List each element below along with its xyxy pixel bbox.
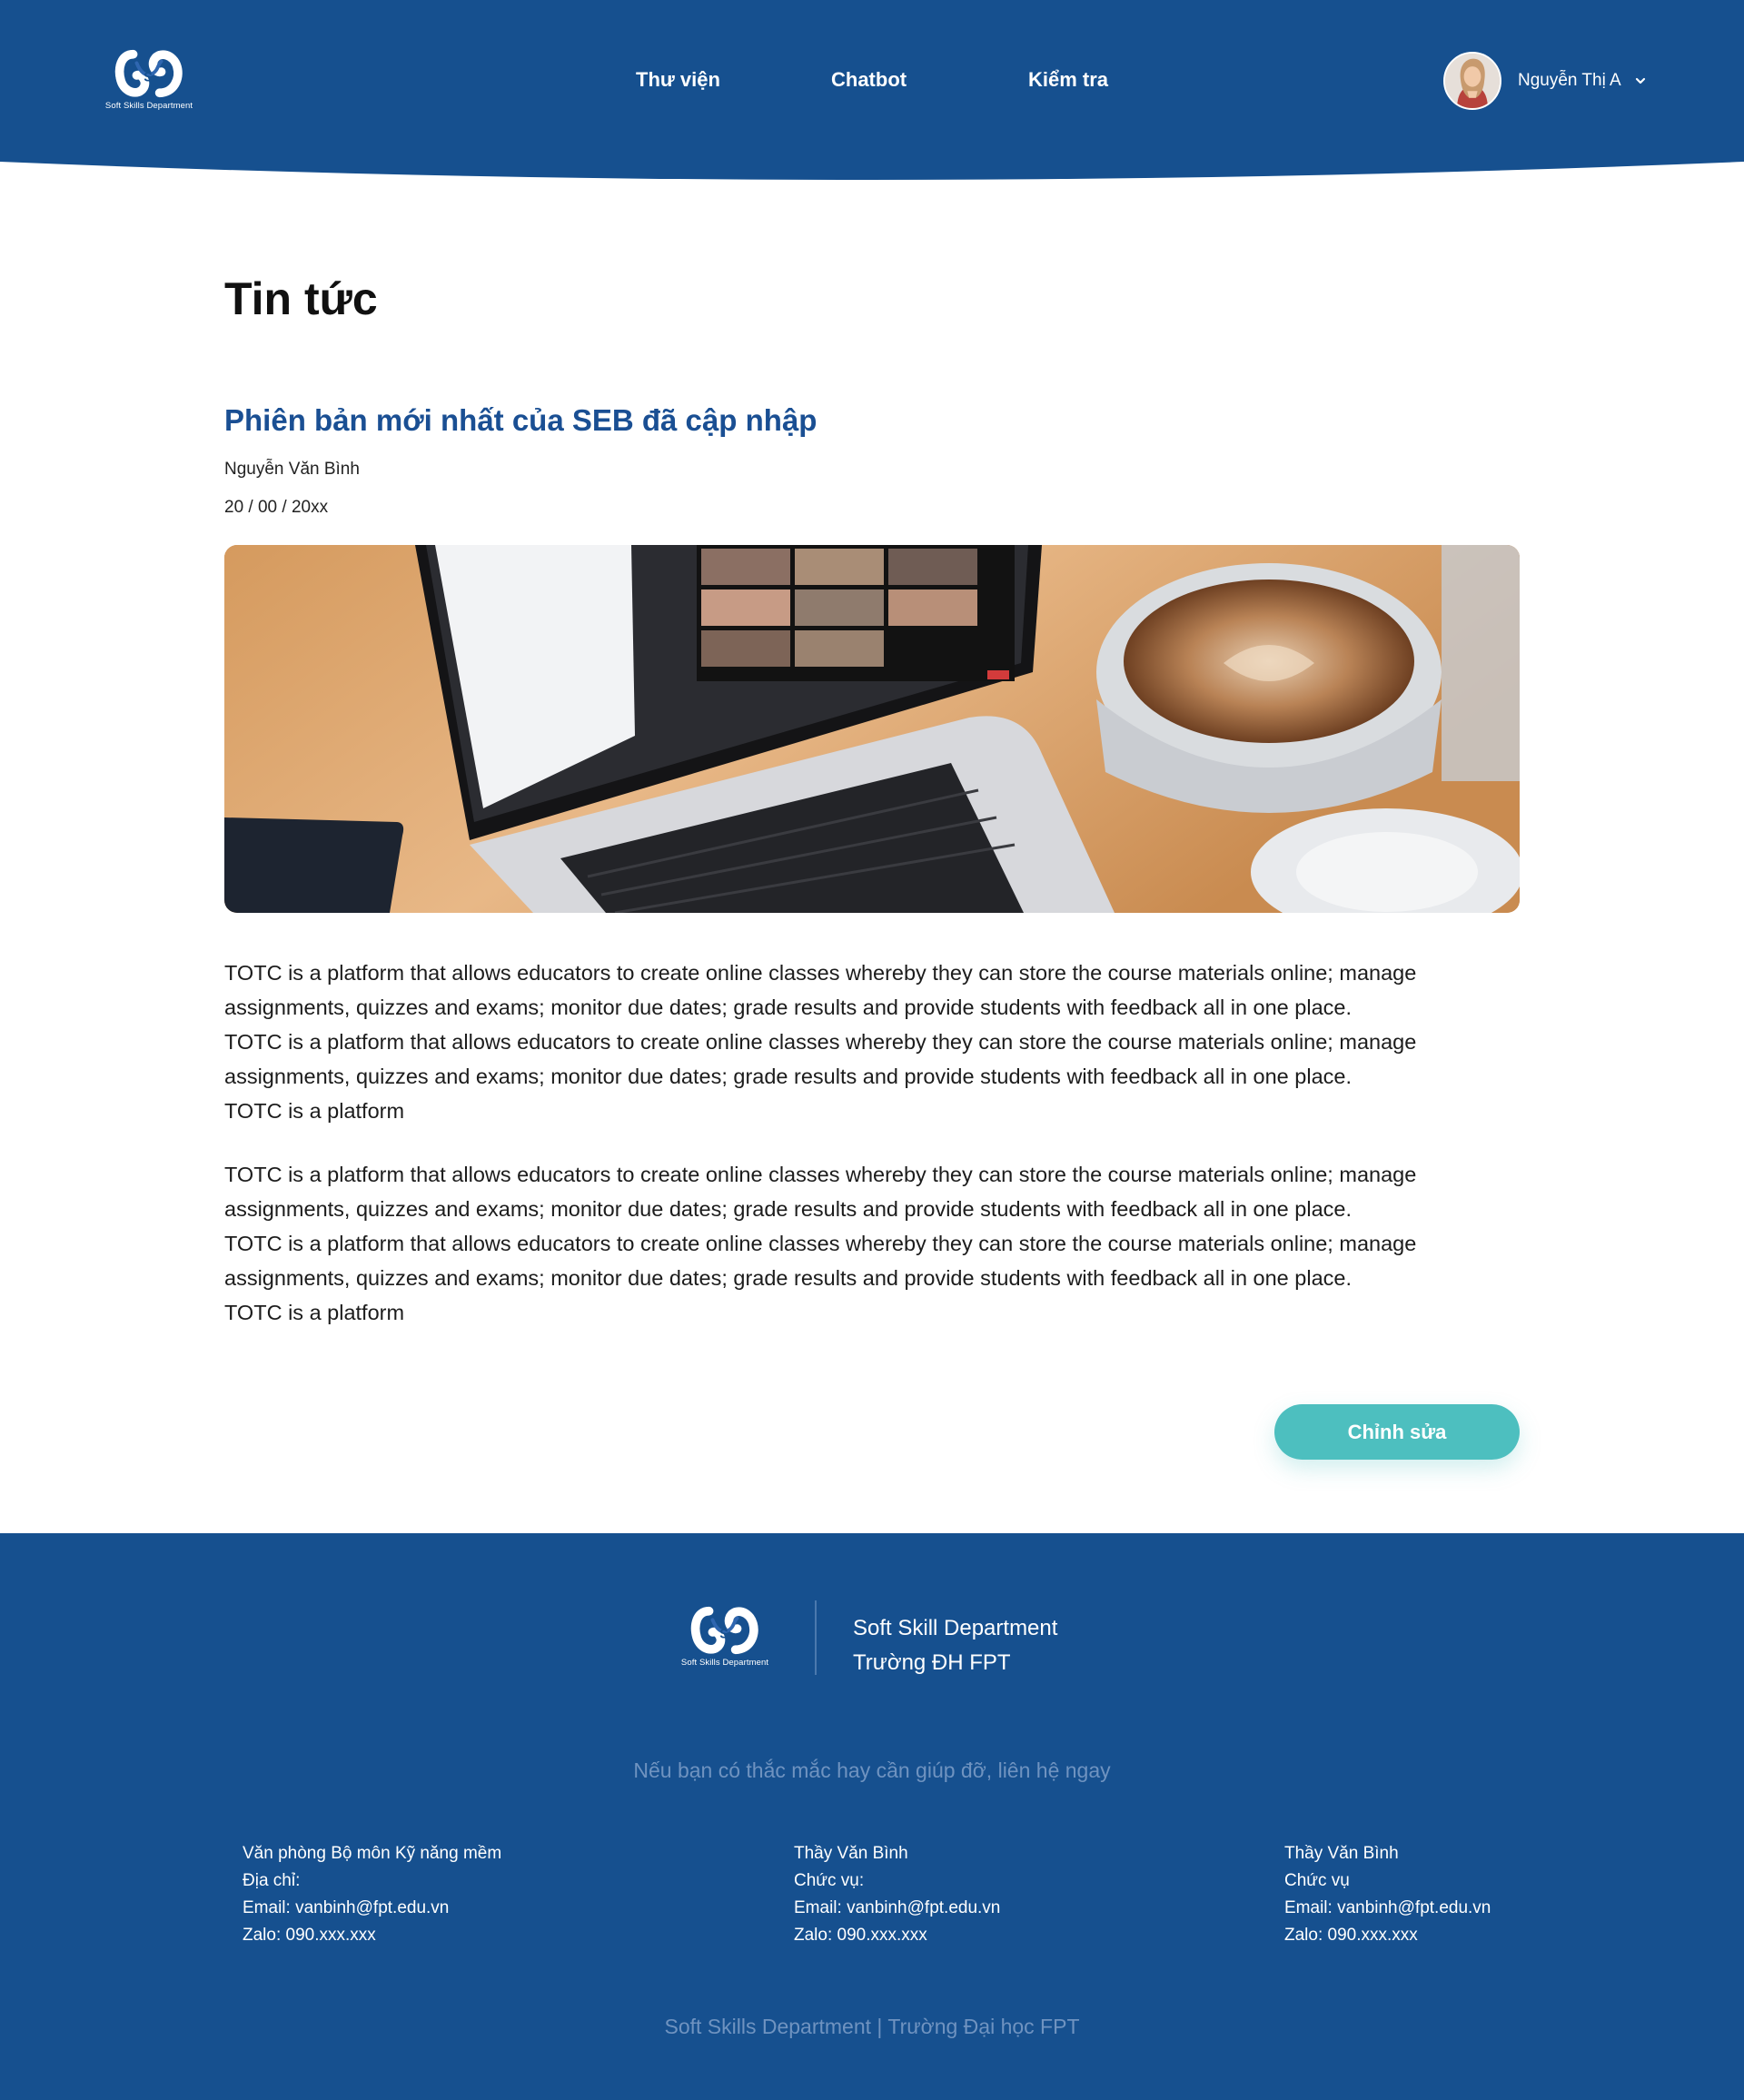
contact-zalo: Zalo: 090.xxx.xxx bbox=[1284, 1926, 1418, 1945]
chevron-down-icon bbox=[1635, 77, 1645, 84]
footer-org-school: Trường ĐH FPT bbox=[853, 1650, 1011, 1675]
footer-copyright: Soft Skills Department | Trường Đại học … bbox=[664, 2015, 1080, 2038]
contact-line: Thầy Văn Bình bbox=[794, 1844, 908, 1863]
nav-chatbot[interactable]: Chatbot bbox=[831, 68, 907, 92]
footer-contact-teacher-1: Thầy Văn Bình Chức vụ: Email: vanbinh@fp… bbox=[794, 1840, 1000, 1949]
svg-text:S: S bbox=[144, 71, 153, 85]
article-hero-image bbox=[224, 545, 1520, 913]
site-header: S Soft Skills Department Thư viện Chatbo… bbox=[0, 0, 1744, 186]
contact-zalo: Zalo: 090.xxx.xxx bbox=[794, 1926, 927, 1945]
contact-line: Chức vụ: bbox=[794, 1871, 865, 1890]
article-author: Nguyễn Văn Bình bbox=[224, 460, 360, 479]
logo-caption: Soft Skills Department bbox=[104, 101, 193, 111]
article-date: 20 / 00 / 20xx bbox=[224, 498, 329, 517]
edit-button[interactable]: Chỉnh sửa bbox=[1274, 1404, 1520, 1460]
article-body: TOTC is a platform that allows educators… bbox=[224, 956, 1532, 1359]
svg-text:S: S bbox=[719, 1628, 728, 1642]
contact-line: Địa chỉ: bbox=[243, 1871, 301, 1890]
contact-line: Văn phòng Bộ môn Kỹ năng mềm bbox=[243, 1844, 502, 1863]
soft-skills-logo-icon: S bbox=[690, 1606, 758, 1655]
contact-line: Thầy Văn Bình bbox=[1284, 1844, 1399, 1863]
contact-zalo: Zalo: 090.xxx.xxx bbox=[243, 1926, 376, 1945]
user-name: Nguyễn Thị A bbox=[1518, 71, 1621, 90]
article-paragraph: TOTC is a platform that allows educators… bbox=[224, 1163, 1417, 1324]
footer-contact-teacher-2: Thầy Văn Bình Chức vụ Email: vanbinh@fpt… bbox=[1284, 1840, 1491, 1949]
contact-email[interactable]: Email: vanbinh@fpt.edu.vn bbox=[794, 1895, 1000, 1922]
nav-library[interactable]: Thư viện bbox=[636, 68, 720, 92]
footer-logo[interactable]: S Soft Skills Department bbox=[678, 1604, 772, 1668]
contact-line: Chức vụ bbox=[1284, 1871, 1350, 1890]
page-title: Tin tức bbox=[224, 273, 378, 324]
contact-email[interactable]: Email: vanbinh@fpt.edu.vn bbox=[243, 1895, 501, 1922]
header-logo[interactable]: S Soft Skills Department bbox=[102, 47, 196, 111]
footer-org: Soft Skill Department Trường ĐH FPT bbox=[853, 1611, 1057, 1680]
nav-test[interactable]: Kiểm tra bbox=[1028, 68, 1108, 92]
article-title: Phiên bản mới nhất của SEB đã cập nhập bbox=[224, 403, 818, 437]
soft-skills-logo-icon: S bbox=[114, 49, 183, 98]
footer-org-name: Soft Skill Department bbox=[853, 1616, 1058, 1640]
logo-caption: Soft Skills Department bbox=[680, 1658, 769, 1668]
footer-divider bbox=[815, 1600, 817, 1675]
article-paragraph: TOTC is a platform that allows educators… bbox=[224, 961, 1417, 1123]
user-avatar bbox=[1443, 52, 1501, 110]
footer-contact-office: Văn phòng Bộ môn Kỹ năng mềm Địa chỉ: Em… bbox=[243, 1840, 501, 1949]
contact-email[interactable]: Email: vanbinh@fpt.edu.vn bbox=[1284, 1895, 1491, 1922]
footer-contact-cta: Nếu bạn có thắc mắc hay cần giúp đỡ, liê… bbox=[633, 1758, 1111, 1782]
user-menu[interactable]: Nguyễn Thị A bbox=[1443, 52, 1647, 110]
